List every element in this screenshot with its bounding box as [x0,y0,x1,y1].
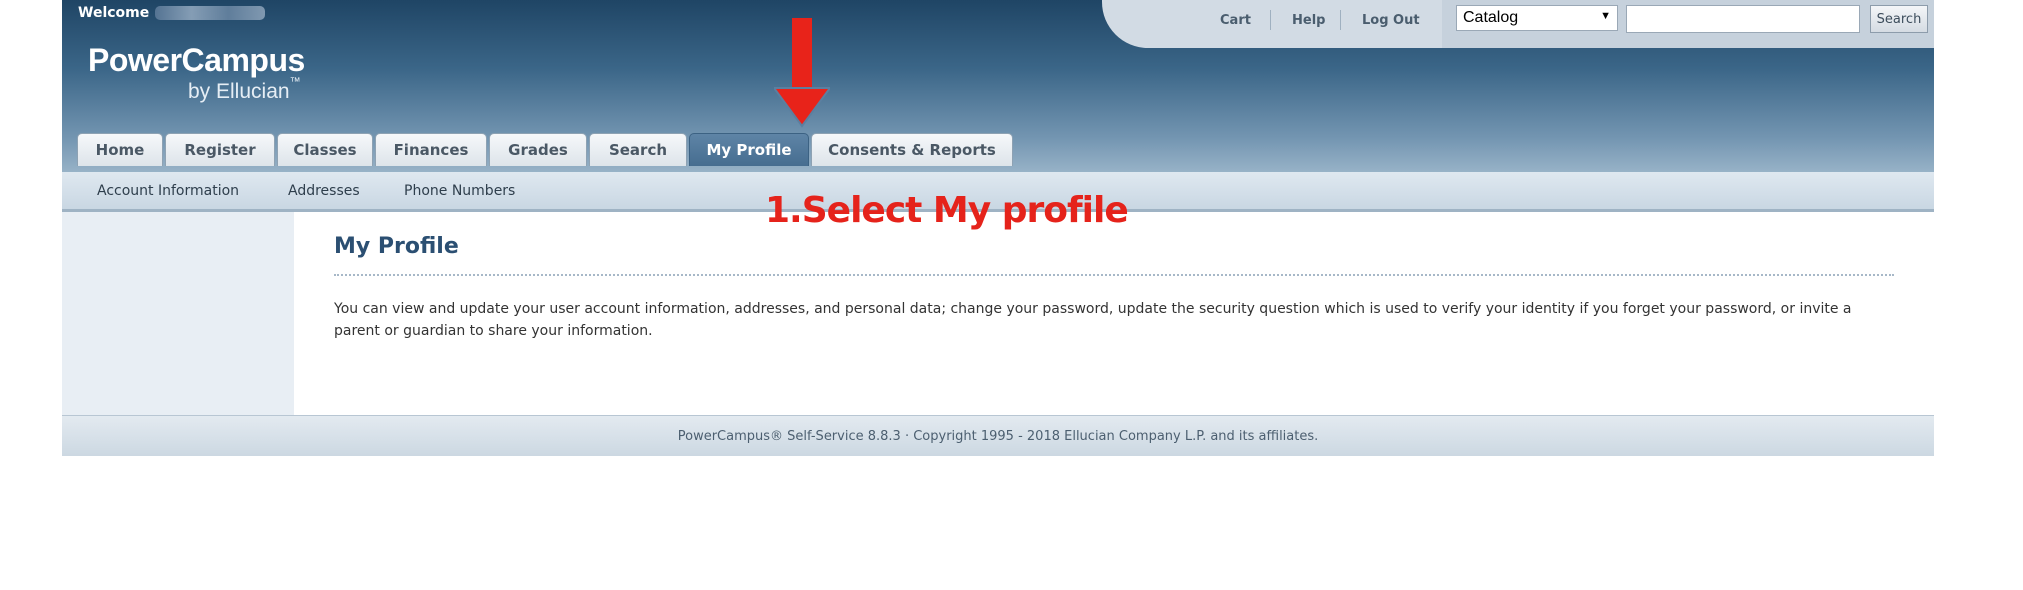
tab-search[interactable]: Search [589,133,687,166]
dropdown-arrow-icon: ▼ [1600,10,1611,22]
title-divider [334,274,1894,276]
subnav-phone-numbers[interactable]: Phone Numbers [404,183,515,199]
help-link[interactable]: Help [1292,13,1325,28]
trademark-mark: ™ [289,76,301,88]
welcome-label: Welcome [78,5,150,21]
log-out-link[interactable]: Log Out [1362,13,1420,28]
brand-subtitle: by Ellucian™ [188,76,301,104]
tab-consents-reports[interactable]: Consents & Reports [811,133,1013,166]
subnav-addresses[interactable]: Addresses [288,183,360,199]
footer: PowerCampus® Self-Service 8.8.3 · Copyri… [62,415,1934,456]
tab-grades[interactable]: Grades [489,133,587,166]
utility-links: Cart Help Log Out [1102,0,1442,48]
left-sidebar [62,212,294,415]
tab-my-profile[interactable]: My Profile [689,133,809,166]
page-title: My Profile [334,234,459,259]
divider [1270,10,1271,30]
header-banner: Welcome PowerCampus by Ellucian™ Cart He… [62,0,1934,172]
instruction-annotation: 1.Select My profile [765,190,1129,231]
catalog-dropdown[interactable]: Catalog ▼ [1456,5,1618,31]
subnav-account-information[interactable]: Account Information [97,183,239,199]
search-input[interactable] [1626,5,1860,33]
catalog-dropdown-value: Catalog [1463,9,1519,26]
tab-home[interactable]: Home [77,133,163,166]
tab-register[interactable]: Register [165,133,275,166]
brand-title: PowerCampus [88,42,305,78]
page-frame: Welcome PowerCampus by Ellucian™ Cart He… [62,0,1934,456]
down-arrow-icon [772,18,832,132]
brand-subtitle-text: by Ellucian [188,80,290,103]
tab-classes[interactable]: Classes [277,133,373,166]
tab-finances[interactable]: Finances [375,133,487,166]
redacted-user-name [155,6,266,20]
welcome-message: Welcome [78,5,266,21]
divider [1340,10,1341,30]
footer-copyright: PowerCampus® Self-Service 8.8.3 · Copyri… [677,429,1319,444]
catalog-search-bar: Catalog ▼ Search [1442,0,1934,48]
page-description: You can view and update your user accoun… [334,301,1852,339]
search-button[interactable]: Search [1870,5,1928,33]
cart-link[interactable]: Cart [1220,13,1251,28]
main-content: My Profile You can view and update your … [294,212,1934,415]
